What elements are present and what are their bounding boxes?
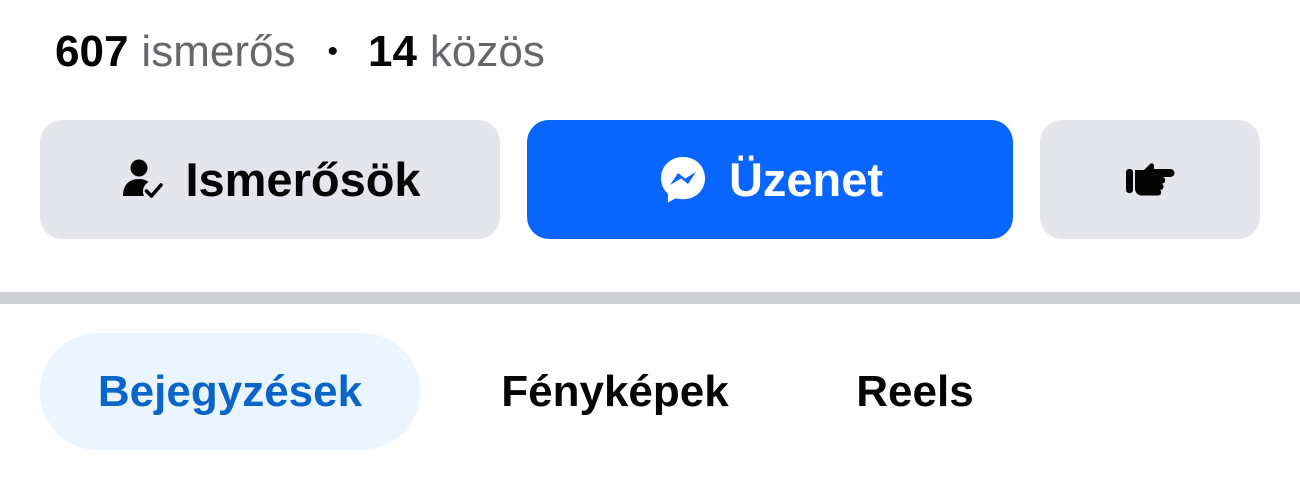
messenger-icon <box>657 154 709 206</box>
tab-photos[interactable]: Fényképek <box>470 333 760 450</box>
friends-button-label: Ismerősök <box>185 153 421 206</box>
message-button-label: Üzenet <box>728 153 884 206</box>
pointing-hand-icon <box>1124 160 1176 200</box>
message-button[interactable]: Üzenet <box>527 120 1013 239</box>
mutual-label: közös <box>429 27 545 76</box>
section-divider <box>0 292 1300 304</box>
stats-separator: • <box>327 35 338 68</box>
mutual-count: 14 <box>367 27 417 76</box>
tab-reels[interactable]: Reels <box>830 333 1000 450</box>
more-button[interactable] <box>1040 120 1260 239</box>
person-check-icon <box>119 156 167 204</box>
tab-posts[interactable]: Bejegyzések <box>40 333 420 450</box>
friends-button[interactable]: Ismerősök <box>40 120 500 239</box>
friends-label: ismerős <box>141 27 296 76</box>
profile-stats: 607 ismerős • 14 közös <box>55 22 545 82</box>
friends-count: 607 <box>55 27 129 76</box>
profile-actions-panel: 607 ismerős • 14 közös Ismerősök Üzenet <box>0 0 1300 497</box>
